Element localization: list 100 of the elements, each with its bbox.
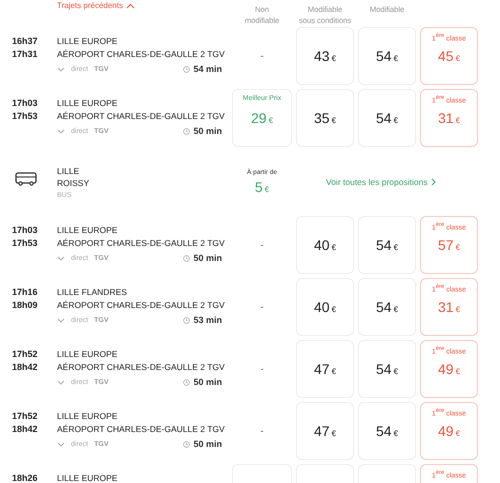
destination-station: AÉROPORT CHARLES-DE-GAULLE 2 TGV <box>57 424 225 435</box>
fare-card[interactable]: 40€ <box>296 278 354 336</box>
origin-station: LILLE EUROPE <box>57 98 118 109</box>
currency-symbol: € <box>394 54 398 63</box>
clock-icon <box>183 378 190 386</box>
arrival-time: 17h53 <box>12 111 39 122</box>
currency-symbol: € <box>332 54 336 63</box>
trip-duration: 50 min <box>193 253 222 263</box>
fare-price: 54 <box>376 423 392 439</box>
no-fare-dash: - <box>260 364 264 374</box>
fare-price: 49 <box>438 361 454 377</box>
fare-price: 31 <box>438 110 454 126</box>
chevron-down-icon[interactable] <box>57 256 65 260</box>
no-fare-dash: - <box>260 426 264 436</box>
trip-duration: 50 min <box>193 439 222 449</box>
departure-time: 17h52 <box>12 411 39 422</box>
currency-symbol: € <box>456 367 460 376</box>
currency-symbol: € <box>456 54 460 63</box>
destination-station: AÉROPORT CHARLES-DE-GAULLE 2 TGV <box>57 49 225 60</box>
destination-city: ROISSY <box>57 178 90 188</box>
fare-price: 45 <box>438 48 454 64</box>
fare-price: 43 <box>314 48 330 64</box>
fare-price: 47 <box>314 423 330 439</box>
fare-price: 31 <box>438 299 454 315</box>
chevron-down-icon[interactable] <box>57 128 65 134</box>
fare-price: 49 <box>438 423 454 439</box>
bus-icon <box>15 172 37 186</box>
clock-icon <box>183 316 190 324</box>
fare-card[interactable]: 54€ <box>358 340 416 398</box>
departure-time: 16h37 <box>12 36 39 47</box>
origin-station: LILLE FLANDRES <box>57 287 127 298</box>
fare-price: 54 <box>376 361 392 377</box>
clock-icon <box>183 254 190 262</box>
arrival-time: 18h09 <box>12 300 39 311</box>
currency-symbol: € <box>456 305 460 314</box>
clock-icon <box>183 128 190 134</box>
fare-price: 40 <box>314 299 330 315</box>
trip-duration: 50 min <box>193 377 222 387</box>
fare-card[interactable]: 35€ <box>296 89 354 147</box>
destination-station: AÉROPORT CHARLES-DE-GAULLE 2 TGV <box>57 362 225 373</box>
destination-station: AÉROPORT CHARLES-DE-GAULLE 2 TGV <box>57 111 225 122</box>
trip-duration: 53 min <box>193 315 222 325</box>
currency-symbol: € <box>332 116 336 125</box>
departure-time: 18h26 <box>12 473 39 483</box>
fare-card[interactable]: 54€ <box>358 216 416 274</box>
fare-card[interactable]: 43€ <box>296 27 354 85</box>
departure-time: 17h03 <box>12 98 39 109</box>
origin-station: LILLE EUROPE <box>57 36 118 47</box>
origin-station: LILLE EUROPE <box>57 473 118 483</box>
currency-symbol: € <box>456 116 460 125</box>
fare-card[interactable]: 54€ <box>358 27 416 85</box>
bus-price: 5 <box>254 179 263 195</box>
fare-card[interactable]: 47€ <box>296 402 354 460</box>
trip-duration: 54 min <box>193 64 222 74</box>
origin-station: LILLE EUROPE <box>57 411 118 422</box>
fare-card[interactable]: 54€ <box>358 89 416 147</box>
arrival-time: 18h42 <box>12 424 39 435</box>
currency-symbol: € <box>456 429 460 438</box>
currency-symbol: € <box>332 243 336 252</box>
currency-symbol: € <box>332 429 336 438</box>
chevron-right-icon <box>430 178 436 186</box>
currency-symbol: € <box>456 243 460 252</box>
origin-city: LILLE <box>57 166 80 176</box>
no-fare-dash: - <box>260 50 264 62</box>
fare-card[interactable]: 54€ <box>358 402 416 460</box>
chevron-down-icon[interactable] <box>57 318 65 322</box>
arrival-time: 17h31 <box>12 49 39 60</box>
fare-card[interactable]: 54€ <box>358 278 416 336</box>
currency-symbol: € <box>394 429 398 438</box>
currency-symbol: € <box>332 367 336 376</box>
departure-time: 17h52 <box>12 349 39 360</box>
departure-time: 17h03 <box>12 225 39 236</box>
currency-symbol: € <box>394 243 398 252</box>
destination-station: AÉROPORT CHARLES-DE-GAULLE 2 TGV <box>57 300 225 311</box>
fare-price: 35 <box>314 110 330 126</box>
no-fare-dash: - <box>260 302 264 312</box>
arrival-time: 17h53 <box>12 238 39 249</box>
fare-price: 54 <box>376 299 392 315</box>
currency-symbol: € <box>394 116 398 125</box>
fare-price: 47 <box>314 361 330 377</box>
trip-duration: 50 min <box>193 126 222 136</box>
chevron-up-icon <box>126 2 135 8</box>
currency-symbol: € <box>332 305 336 314</box>
clock-icon <box>183 66 190 72</box>
currency-symbol: € <box>394 367 398 376</box>
origin-station: LILLE EUROPE <box>57 349 118 360</box>
chevron-down-icon[interactable] <box>57 442 65 446</box>
departure-time: 17h16 <box>12 287 39 298</box>
clock-icon <box>183 440 190 448</box>
currency-symbol: € <box>268 116 274 125</box>
fare-price: 57 <box>438 237 454 253</box>
fare-price: 54 <box>376 237 392 253</box>
fare-price: 54 <box>376 48 392 64</box>
chevron-down-icon[interactable] <box>57 380 65 384</box>
chevron-down-icon[interactable] <box>57 66 65 72</box>
fare-price: 54 <box>376 110 392 126</box>
fare-card[interactable]: 47€ <box>296 340 354 398</box>
fare-card[interactable]: 40€ <box>296 216 354 274</box>
destination-station: AÉROPORT CHARLES-DE-GAULLE 2 TGV <box>57 238 225 249</box>
currency-symbol: € <box>264 185 270 194</box>
